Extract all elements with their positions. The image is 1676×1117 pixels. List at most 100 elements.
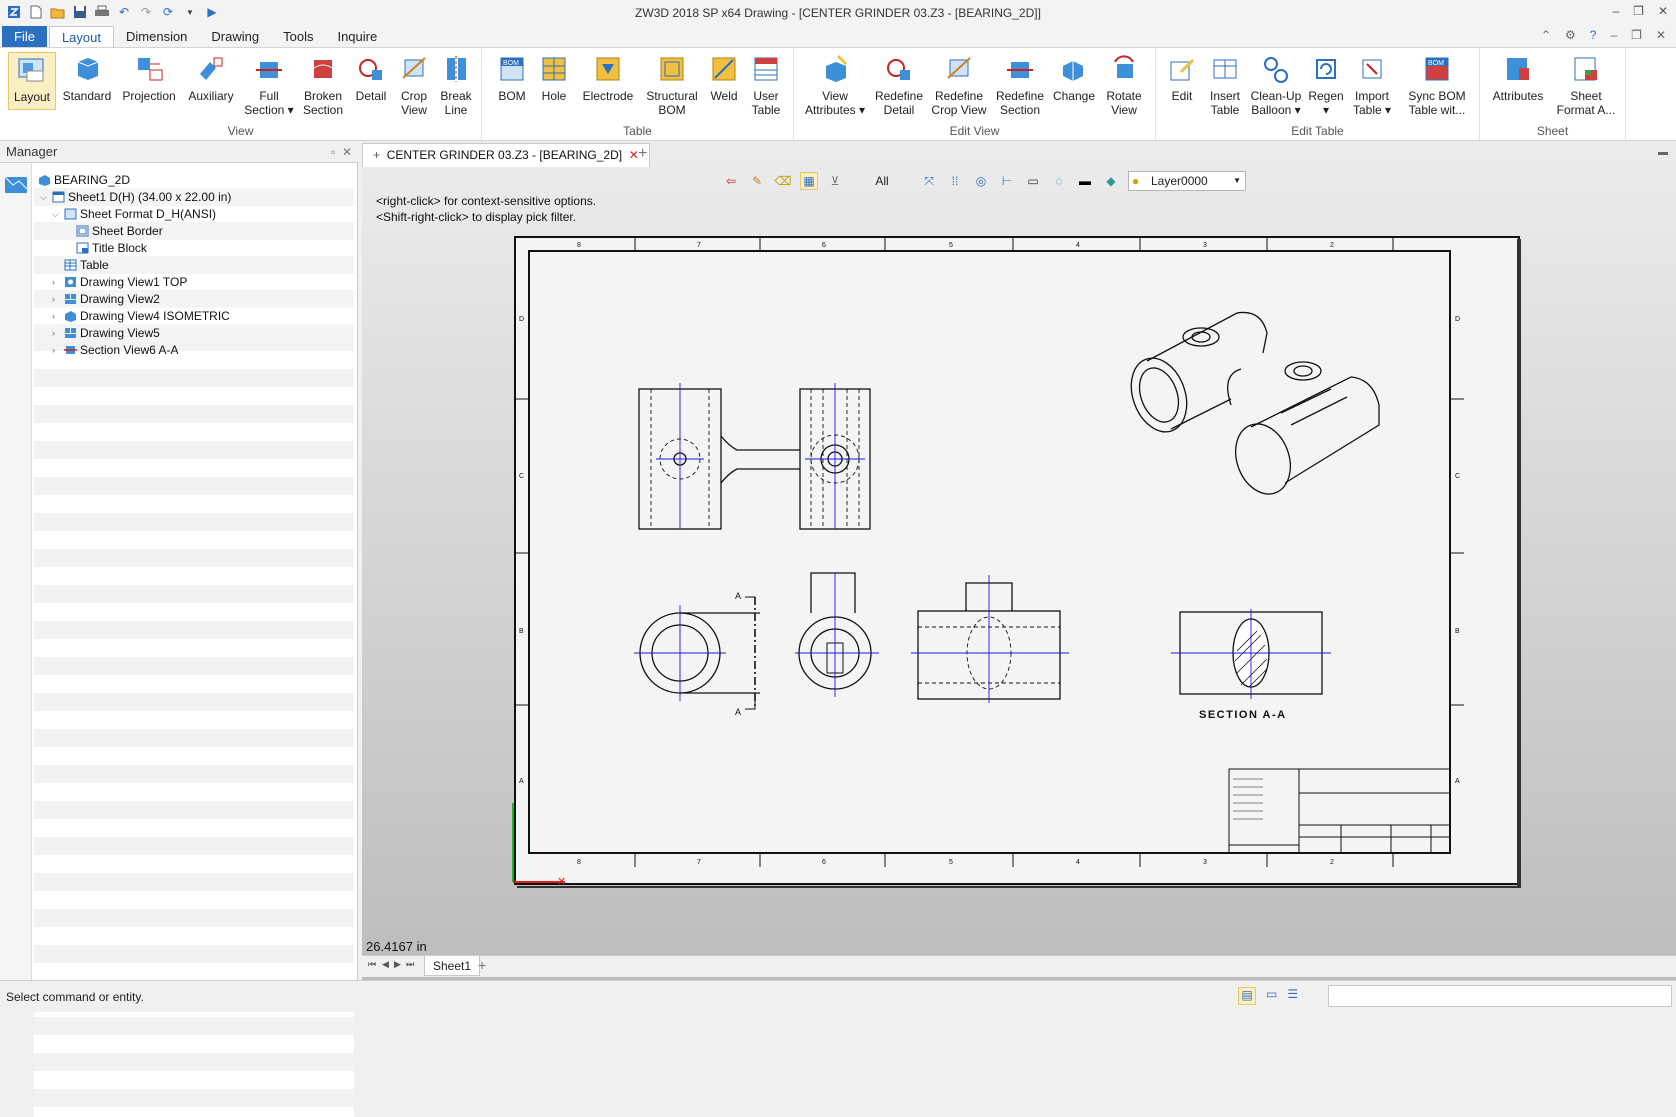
- layout-button[interactable]: Layout: [8, 52, 56, 110]
- tree-item-drawing-view1[interactable]: › Drawing View1 TOP: [34, 273, 354, 291]
- menu-file[interactable]: File: [2, 26, 47, 48]
- drawing-sheet[interactable]: 8 7 6 5 4 3 2 8 7 6 5 4 3 2 D C B A D C …: [511, 233, 1523, 888]
- doc-close-icon[interactable]: ✕: [1656, 28, 1666, 42]
- tree-item-sheet1[interactable]: ⌵ Sheet1 D(H) (34.00 x 22.00 in): [34, 188, 354, 206]
- pencil-icon[interactable]: ✎: [748, 172, 766, 190]
- insert-table-button[interactable]: Insert Table: [1204, 52, 1246, 117]
- electrode-button[interactable]: Electrode: [578, 52, 638, 103]
- expand-chevron-icon[interactable]: ⌵: [52, 205, 62, 223]
- command-input[interactable]: [1328, 985, 1672, 1007]
- expand-arrow-icon[interactable]: ›: [52, 341, 62, 359]
- layer-select[interactable]: ● Layer0000 ▼: [1128, 171, 1246, 191]
- user-table-button[interactable]: User Table: [746, 52, 786, 117]
- tree-item-bearing-2d[interactable]: BEARING_2D: [34, 171, 354, 189]
- tree-item-table[interactable]: Table: [34, 256, 354, 274]
- regen-table-button[interactable]: Regen ▾: [1306, 52, 1346, 117]
- filter-all-label[interactable]: All: [852, 174, 912, 188]
- menu-inquire[interactable]: Inquire: [325, 26, 389, 48]
- rotate-view-button[interactable]: Rotate View: [1100, 52, 1148, 117]
- filter-icon[interactable]: ⊻: [826, 172, 844, 190]
- expand-arrow-icon[interactable]: ›: [52, 307, 62, 325]
- tab-list-dropdown-icon[interactable]: ▬: [1658, 147, 1668, 158]
- drawing-view-icon: [65, 277, 76, 287]
- sync-bom-table-button[interactable]: BOM Sync BOM Table wit...: [1404, 52, 1470, 117]
- view-attributes-button[interactable]: View Attributes ▾: [804, 52, 866, 117]
- menu-layout[interactable]: Layout: [48, 26, 114, 48]
- dimension-icon[interactable]: ⊢: [998, 172, 1016, 190]
- document-tab[interactable]: + CENTER GRINDER 03.Z3 - [BEARING_2D] ✕: [362, 143, 650, 167]
- standard-button[interactable]: Standard: [60, 52, 114, 103]
- tree-item-drawing-view4[interactable]: › Drawing View4 ISOMETRIC: [34, 307, 354, 325]
- close-icon[interactable]: ✕: [1658, 4, 1668, 18]
- grid-icon[interactable]: ⁞⁞: [946, 172, 964, 190]
- tree-item-sheet-format[interactable]: ⌵ Sheet Format D_H(ANSI): [34, 205, 354, 223]
- collapse-ribbon-icon[interactable]: ⌃: [1541, 28, 1551, 42]
- import-table-button[interactable]: Import Table ▾: [1348, 52, 1396, 117]
- display-icon[interactable]: ▭: [1024, 172, 1042, 190]
- snap-icon[interactable]: ⤧: [920, 172, 938, 190]
- redefine-section-button[interactable]: Redefine Section: [992, 52, 1048, 117]
- menu-tools[interactable]: Tools: [271, 26, 325, 48]
- sheet-tab-sheet1[interactable]: Sheet1: [424, 956, 481, 976]
- tree-item-section-view6[interactable]: › Section View6 A-A: [34, 341, 354, 359]
- auxiliary-button[interactable]: Auxiliary: [184, 52, 238, 103]
- restore-icon[interactable]: ❐: [1633, 4, 1644, 18]
- bom-button[interactable]: BOM BOM: [494, 52, 530, 103]
- structural-bom-button[interactable]: Structural BOM: [642, 52, 702, 117]
- view-mode-icon[interactable]: ◎: [972, 172, 990, 190]
- expand-arrow-icon[interactable]: ›: [52, 273, 62, 291]
- manager-tab-icon[interactable]: [2, 171, 30, 199]
- next-sheet-icon[interactable]: ▶: [394, 959, 401, 970]
- first-sheet-icon[interactable]: ⏮: [368, 959, 376, 970]
- projection-icon: [138, 58, 163, 81]
- close-panel-icon[interactable]: ✕: [342, 145, 352, 159]
- menu-dimension[interactable]: Dimension: [114, 26, 199, 48]
- svg-text:5: 5: [949, 242, 953, 249]
- expand-arrow-icon[interactable]: ›: [52, 324, 62, 342]
- prev-sheet-icon[interactable]: ◀: [382, 959, 389, 970]
- crop-view-button[interactable]: Crop View: [394, 52, 434, 117]
- projection-button[interactable]: Projection: [118, 52, 180, 103]
- weld-button[interactable]: Weld: [704, 52, 744, 103]
- break-line-button[interactable]: Break Line: [436, 52, 476, 117]
- broken-section-button[interactable]: Broken Section: [298, 52, 348, 117]
- attributes-button[interactable]: Attributes: [1488, 52, 1548, 103]
- layer-manager-icon[interactable]: ◆: [1102, 172, 1120, 190]
- expand-chevron-icon[interactable]: ⌵: [40, 188, 50, 206]
- tree-item-drawing-view5[interactable]: › Drawing View5: [34, 324, 354, 342]
- screen-icon[interactable]: ▭: [1266, 987, 1277, 1005]
- detail-icon: [359, 59, 382, 80]
- full-section-button[interactable]: Full Section ▾: [242, 52, 296, 117]
- expand-arrow-icon[interactable]: ›: [52, 290, 62, 308]
- clean-up-balloon-button[interactable]: Clean-Up Balloon ▾: [1248, 52, 1304, 117]
- sheet-format-button[interactable]: Sheet Format A...: [1554, 52, 1618, 117]
- add-sheet-icon[interactable]: +: [478, 957, 486, 973]
- eraser-icon[interactable]: ⌫: [774, 172, 792, 190]
- exit-icon[interactable]: ⇦: [722, 172, 740, 190]
- pin-icon[interactable]: ▫: [331, 145, 335, 159]
- help-icon[interactable]: ?: [1590, 28, 1597, 42]
- pick-filter-icon[interactable]: ▦: [800, 172, 818, 190]
- tree-item-title-block[interactable]: Title Block: [34, 239, 354, 257]
- menu-drawing[interactable]: Drawing: [199, 26, 271, 48]
- detail-button[interactable]: Detail: [350, 52, 392, 103]
- edit-table-button[interactable]: Edit: [1162, 52, 1202, 103]
- doc-minimize-icon[interactable]: –: [1610, 28, 1617, 42]
- graphics-area[interactable]: + CENTER GRINDER 03.Z3 - [BEARING_2D] ✕ …: [362, 141, 1676, 980]
- line-color-icon[interactable]: ▬: [1076, 172, 1094, 190]
- tree-item-sheet-border[interactable]: Sheet Border: [34, 222, 354, 240]
- add-tab-icon[interactable]: +: [638, 145, 647, 163]
- layout-mode-icon[interactable]: ▤: [1238, 987, 1256, 1005]
- hole-button[interactable]: Hole: [536, 52, 572, 103]
- dotted-circle-icon[interactable]: ◌: [1050, 172, 1068, 190]
- doc-restore-icon[interactable]: ❐: [1631, 28, 1642, 42]
- redefine-crop-view-button[interactable]: Redefine Crop View: [928, 52, 990, 117]
- change-button[interactable]: Change: [1050, 52, 1098, 103]
- ribbon-group-view: Layout Standard Projection Auxiliary Ful…: [0, 48, 482, 140]
- redefine-detail-button[interactable]: Redefine Detail: [872, 52, 926, 117]
- last-sheet-icon[interactable]: ⏭: [406, 959, 414, 970]
- tree-item-drawing-view2[interactable]: › Drawing View2: [34, 290, 354, 308]
- minimize-icon[interactable]: –: [1612, 4, 1619, 18]
- list-icon[interactable]: ☰: [1287, 987, 1298, 1005]
- settings-gear-icon[interactable]: ⚙: [1565, 28, 1576, 42]
